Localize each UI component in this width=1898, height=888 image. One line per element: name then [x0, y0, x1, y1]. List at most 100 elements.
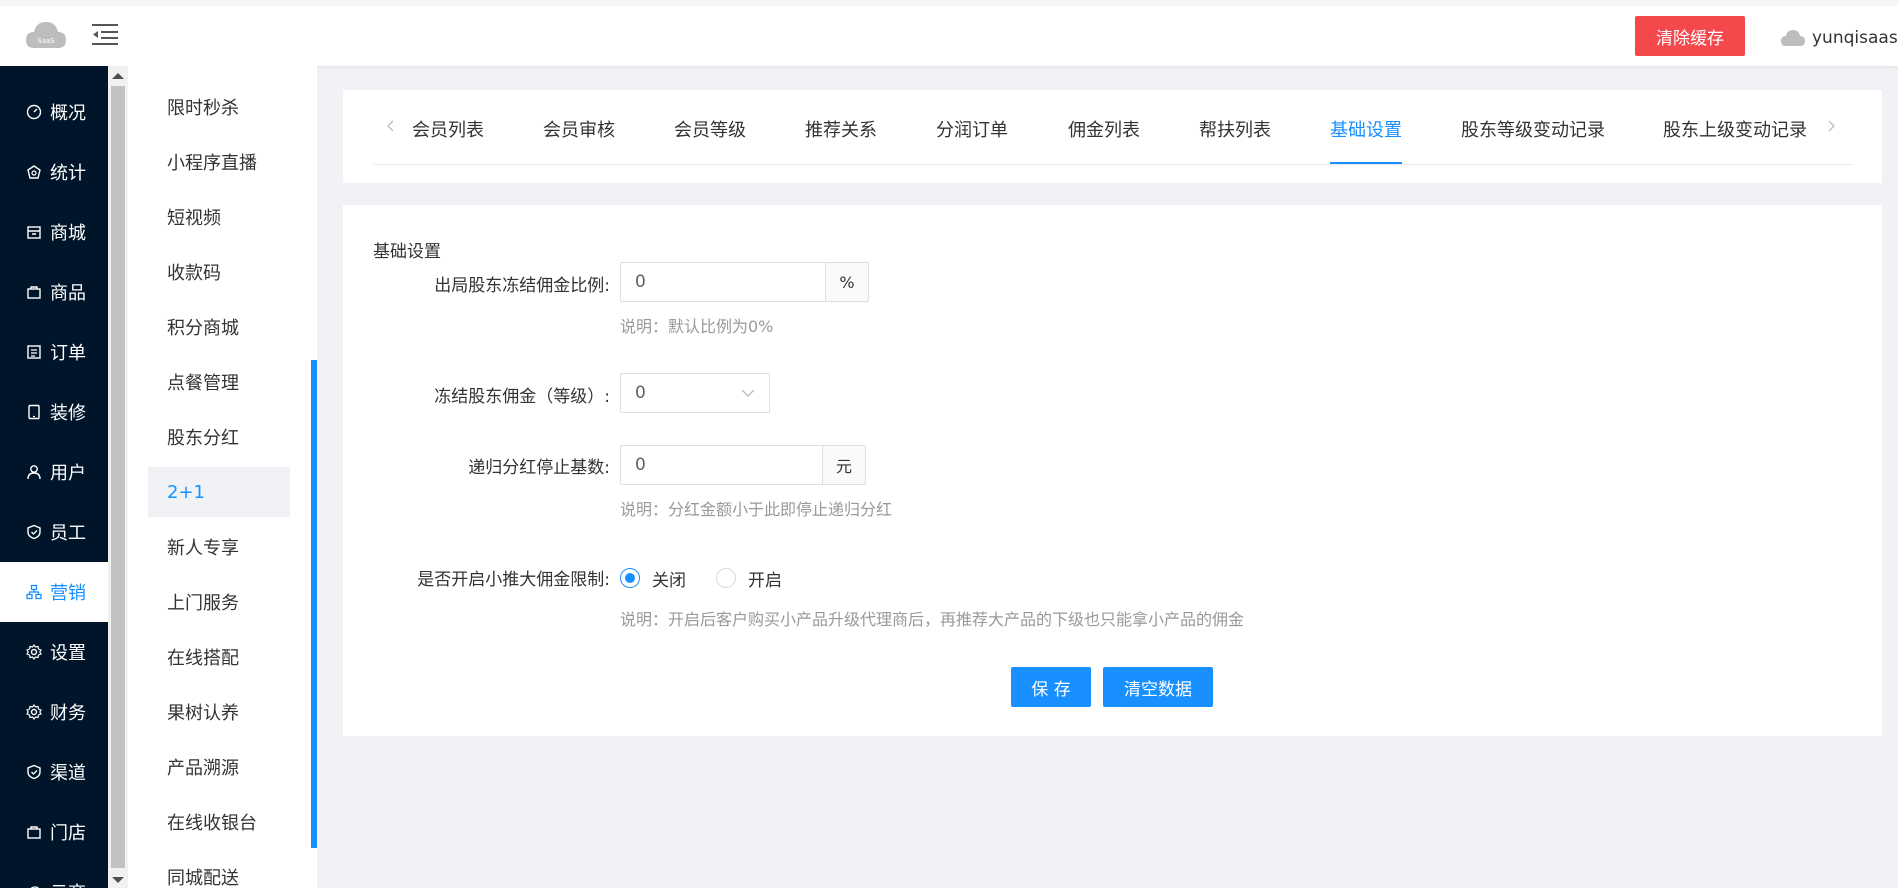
submenu-item-label: 在线搭配 — [167, 648, 239, 669]
stop-base-input[interactable] — [620, 445, 822, 485]
submenu-item-label: 积分商城 — [167, 318, 239, 339]
clear-cache-button[interactable]: 清除缓存 — [1635, 16, 1745, 56]
yuan-addon: 元 — [822, 445, 866, 485]
sidebar-item-marketing[interactable]: 营销 — [0, 562, 108, 622]
tabs-divider — [373, 164, 1852, 165]
percent-addon: % — [825, 262, 869, 302]
sidebar-item-overview[interactable]: 概况 — [0, 82, 108, 142]
submenu-item-label: 收款码 — [167, 263, 221, 284]
sidebar-item-cloud[interactable]: 云商 — [0, 862, 108, 888]
dashboard-icon — [26, 104, 42, 120]
tab-prev-icon[interactable] — [386, 120, 396, 132]
submenu-item[interactable]: 在线收银台 — [148, 797, 290, 847]
submenu-item-label: 股东分红 — [167, 428, 239, 449]
submenu-item[interactable]: 点餐管理 — [148, 357, 290, 407]
cluster-icon — [26, 584, 42, 600]
sidebar-item-orders[interactable]: 订单 — [0, 322, 108, 382]
submenu-item-label: 短视频 — [167, 208, 221, 229]
username: yunqisaas — [1812, 28, 1898, 48]
save-button[interactable]: 保 存 — [1011, 667, 1091, 707]
freeze-level-label: 冻结股东佣金（等级）: — [434, 387, 610, 407]
freeze-ratio-input[interactable] — [620, 262, 825, 302]
sidebar-item-stores[interactable]: 门店 — [0, 802, 108, 862]
sidebar-scroll-thumb[interactable] — [111, 86, 125, 868]
scroll-down-arrow-icon[interactable] — [112, 877, 124, 883]
limit-toggle-label: 是否开启小推大佣金限制: — [417, 570, 610, 590]
chevron-down-icon — [741, 389, 755, 397]
submenu-item[interactable]: 限时秒杀 — [148, 82, 290, 132]
cloud-logo-icon[interactable]: SaaS — [24, 18, 68, 52]
sidebar-item-channels[interactable]: 渠道 — [0, 742, 108, 802]
bag-icon — [27, 286, 41, 299]
submenu-item-label: 小程序直播 — [167, 153, 257, 174]
submenu-item-label: 上门服务 — [167, 593, 239, 614]
submenu-item-label: 同城配送 — [167, 868, 239, 888]
sidebar-item-users[interactable]: 用户 — [0, 442, 108, 502]
tab-support-list[interactable]: 帮扶列表 — [1199, 116, 1271, 142]
sidebar-item-label: 商品 — [50, 283, 86, 304]
submenu-item[interactable]: 同城配送 — [148, 852, 290, 888]
menu-fold-icon[interactable] — [92, 22, 118, 46]
submenu-item[interactable]: 收款码 — [148, 247, 290, 297]
freeze-level-select[interactable]: 0 — [620, 373, 770, 413]
submenu-item[interactable]: 产品溯源 — [148, 742, 290, 792]
tab-next-icon[interactable] — [1826, 120, 1836, 132]
user-menu[interactable]: yunqisaas — [1780, 26, 1898, 50]
submenu-item[interactable]: 股东分红 — [148, 412, 290, 462]
stop-base-group: 元 — [620, 445, 866, 485]
sidebar-scrollbar[interactable] — [108, 66, 128, 888]
cloud-icon — [30, 886, 39, 888]
sidebar-item-mall[interactable]: 商城 — [0, 202, 108, 262]
radio-on[interactable] — [716, 568, 736, 588]
radio-off-label[interactable]: 关闭 — [652, 566, 686, 591]
submenu-item[interactable]: 果树认养 — [148, 687, 290, 737]
tab-commission-list[interactable]: 佣金列表 — [1068, 116, 1140, 142]
tab-member-level[interactable]: 会员等级 — [674, 116, 746, 142]
limit-toggle-hint: 说明：开启后客户购买小产品升级代理商后，再推荐大产品的下级也只能拿小产品的佣金 — [620, 610, 1245, 629]
section-title: 基础设置 — [373, 242, 441, 262]
sidebar-item-settings[interactable]: 设置 — [0, 622, 108, 682]
tab-member-list[interactable]: 会员列表 — [412, 116, 484, 142]
logo-text: SaaS — [37, 37, 55, 45]
main-sidebar: 概况 统计 商城 商品 订单 装修 用户 员工 营销 设置 财务 渠道 门店 — [0, 66, 108, 888]
clear-data-button[interactable]: 清空数据 — [1103, 667, 1213, 707]
freeze-level-value: 0 — [635, 383, 646, 403]
sidebar-item-label: 云商 — [50, 879, 86, 888]
submenu-item-label: 新人专享 — [167, 538, 239, 559]
radio-on-label[interactable]: 开启 — [748, 566, 782, 591]
submenu-item[interactable]: 短视频 — [148, 192, 290, 242]
sidebar-item-stats[interactable]: 统计 — [0, 142, 108, 202]
freeze-ratio-group: % — [620, 262, 869, 302]
tab-member-review[interactable]: 会员审核 — [543, 116, 615, 142]
sidebar-item-label: 员工 — [50, 523, 86, 544]
submenu-item[interactable]: 小程序直播 — [148, 137, 290, 187]
submenu-item[interactable]: 积分商城 — [148, 302, 290, 352]
submenu-item-active[interactable]: 2+1 — [148, 467, 290, 517]
sidebar-item-finance[interactable]: 财务 — [0, 682, 108, 742]
stats-icon — [27, 165, 41, 179]
sidebar-item-decoration[interactable]: 装修 — [0, 382, 108, 442]
sidebar-item-staff[interactable]: 员工 — [0, 502, 108, 562]
scroll-up-arrow-icon[interactable] — [112, 73, 124, 79]
sidebar-item-label: 装修 — [50, 403, 86, 424]
submenu-item[interactable]: 新人专享 — [148, 522, 290, 572]
sidebar-item-label: 概况 — [50, 103, 86, 124]
tab-referral[interactable]: 推荐关系 — [805, 116, 877, 142]
sidebar-item-label: 渠道 — [50, 763, 86, 784]
sidebar-item-goods[interactable]: 商品 — [0, 262, 108, 322]
sidebar-item-label: 用户 — [50, 463, 86, 484]
top-header: SaaS 清除缓存 yunqisaas — [0, 0, 1898, 66]
submenu-item[interactable]: 上门服务 — [148, 577, 290, 627]
submenu-item[interactable]: 在线搭配 — [148, 632, 290, 682]
shield-icon — [27, 764, 41, 780]
tab-basic-settings[interactable]: 基础设置 — [1330, 116, 1402, 142]
bag-icon — [27, 826, 41, 839]
tab-profit-orders[interactable]: 分润订单 — [936, 116, 1008, 142]
submenu-scroll-indicator[interactable] — [311, 360, 317, 848]
tab-superior-change-log[interactable]: 股东上级变动记录 — [1663, 116, 1807, 142]
sidebar-item-label: 统计 — [50, 163, 86, 184]
sidebar-item-label: 设置 — [50, 643, 86, 664]
sidebar-item-label: 财务 — [50, 703, 86, 724]
radio-off[interactable] — [620, 568, 640, 588]
tab-level-change-log[interactable]: 股东等级变动记录 — [1461, 116, 1605, 142]
